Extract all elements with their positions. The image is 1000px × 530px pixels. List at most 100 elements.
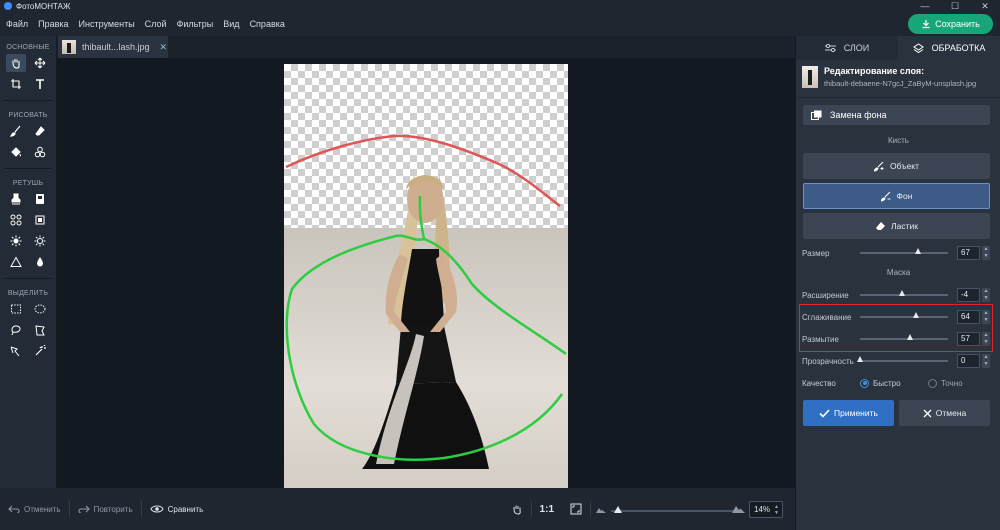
document-tab-name: thibault...lash.jpg (82, 42, 150, 52)
bottom-bar: Отменить Повторить Сравнить 1:1 (0, 488, 795, 530)
actual-size-button[interactable]: 1:1 (532, 504, 562, 515)
close-tab-icon[interactable]: ✕ (160, 42, 168, 53)
tab-layers[interactable]: СЛОИ (796, 36, 898, 60)
zoom-input[interactable]: 14% ▲ ▼ (749, 501, 783, 518)
fit-screen-icon (570, 503, 582, 515)
maximize-button[interactable]: ☐ (940, 0, 970, 12)
stamp-tool[interactable] (6, 190, 26, 208)
replace-background-button[interactable]: Замена фона (803, 105, 990, 125)
object-brush-button[interactable]: Объект (803, 153, 990, 179)
pan-icon (513, 505, 521, 515)
quality-fast-label: Быстро (873, 378, 901, 388)
menu-file[interactable]: Файл (6, 19, 28, 29)
background-brush-icon (880, 191, 891, 202)
ellipse-select-icon (34, 304, 46, 314)
background-brush-button[interactable]: Фон (803, 183, 990, 209)
blur-tool[interactable] (30, 253, 50, 271)
document-thumbnail (62, 40, 76, 54)
quality-precise-option[interactable]: Точно (928, 378, 963, 388)
dodge-tool[interactable] (6, 232, 26, 250)
brush-tool[interactable] (6, 122, 26, 140)
lasso-icon (11, 325, 21, 336)
zoom-slider-thumb[interactable] (614, 506, 622, 513)
minimize-button[interactable]: — (910, 0, 940, 12)
menu-help[interactable]: Справка (250, 19, 285, 29)
redo-button[interactable]: Повторить (70, 505, 141, 514)
menu-edit[interactable]: Правка (38, 19, 68, 29)
opacity-spinner-icon[interactable]: ▲ ▼ (982, 354, 990, 368)
tool-group-draw: РИСОВАТЬ (8, 112, 48, 119)
document-tab[interactable]: thibault...lash.jpg ✕ (58, 36, 168, 58)
burn-tool[interactable] (30, 232, 50, 250)
magic-wand-tool[interactable] (30, 342, 50, 360)
menu-view[interactable]: Вид (223, 19, 239, 29)
sharpen-tool[interactable] (6, 253, 26, 271)
zoom-slider[interactable] (611, 510, 736, 512)
sun-icon (10, 235, 22, 247)
cancel-button[interactable]: Отмена (899, 400, 990, 426)
fill-tool[interactable] (6, 143, 26, 161)
tab-processing-label: ОБРАБОТКА (931, 43, 986, 53)
tab-layers-label: СЛОИ (843, 43, 870, 53)
hand-view-button[interactable] (503, 503, 531, 515)
replace-background-icon (811, 110, 822, 120)
quality-fast-radio[interactable] (860, 378, 869, 388)
magic-select-tool[interactable] (6, 342, 26, 360)
photo-canvas[interactable] (284, 64, 568, 489)
quality-fast-option[interactable]: Быстро (860, 378, 928, 388)
crop-icon (11, 79, 21, 89)
zoom-spinner-icon[interactable]: ▲ ▼ (774, 504, 779, 516)
zoom-in-icon[interactable] (732, 503, 745, 513)
menu-layer[interactable]: Слой (145, 19, 167, 29)
patch-tool[interactable] (30, 190, 50, 208)
title-bar: ФотоМОНТАЖ — ☐ ✕ (0, 0, 1000, 12)
save-button[interactable]: Сохранить (908, 14, 993, 34)
fit-screen-button[interactable] (562, 503, 590, 515)
replace-background-label: Замена фона (830, 110, 887, 120)
cancel-label: Отмена (935, 408, 967, 418)
compare-label: Сравнить (167, 504, 204, 514)
size-input[interactable]: 67 (957, 246, 980, 260)
frame-tool[interactable] (30, 211, 50, 229)
menu-bar: Файл Правка Инструменты Слой Фильтры Вид… (0, 12, 1000, 36)
compare-button[interactable]: Сравнить (142, 504, 212, 514)
magic-wand-icon (35, 345, 46, 356)
healing-tool[interactable] (6, 211, 26, 229)
tool-group-retouch: РЕТУШЬ (12, 180, 44, 187)
hand-icon (12, 59, 20, 69)
polygon-lasso-tool[interactable] (30, 321, 50, 339)
zoom-out-icon[interactable] (596, 505, 606, 513)
expand-spinner-icon[interactable]: ▲ ▼ (982, 288, 990, 302)
zoom-value: 14% (754, 505, 771, 514)
sun-outline-icon (34, 235, 46, 247)
opacity-slider-row: Прозрачность 0 ▲ ▼ (802, 354, 994, 368)
eraser-brush-button[interactable]: Ластик (803, 213, 990, 239)
move-tool[interactable] (30, 54, 50, 72)
expand-slider-thumb[interactable] (898, 290, 905, 296)
eraser-brush-label: Ластик (891, 221, 918, 231)
apply-button[interactable]: Применить (803, 400, 894, 426)
hand-tool[interactable] (6, 54, 26, 72)
text-tool[interactable] (30, 75, 50, 93)
shapes-tool[interactable] (30, 143, 50, 161)
eraser-tool[interactable] (30, 122, 50, 140)
undo-button[interactable]: Отменить (0, 505, 69, 514)
opacity-input[interactable]: 0 (957, 354, 980, 368)
crop-tool[interactable] (6, 75, 26, 93)
tab-processing[interactable]: ОБРАБОТКА (898, 36, 1000, 60)
frame-icon (35, 215, 45, 225)
menu-tools[interactable]: Инструменты (79, 19, 135, 29)
opacity-slider[interactable] (860, 360, 948, 362)
expand-input[interactable]: -4 (957, 288, 980, 302)
ellipse-select-tool[interactable] (30, 300, 50, 318)
close-window-button[interactable]: ✕ (970, 0, 1000, 12)
size-slider-thumb[interactable] (915, 248, 922, 254)
opacity-slider-thumb[interactable] (856, 356, 863, 362)
photo-subject (285, 134, 567, 469)
size-slider[interactable] (860, 252, 948, 254)
quality-precise-radio[interactable] (928, 378, 937, 388)
rect-select-tool[interactable] (6, 300, 26, 318)
size-spinner-icon[interactable]: ▲ ▼ (982, 246, 990, 260)
menu-filters[interactable]: Фильтры (177, 19, 214, 29)
lasso-tool[interactable] (6, 321, 26, 339)
